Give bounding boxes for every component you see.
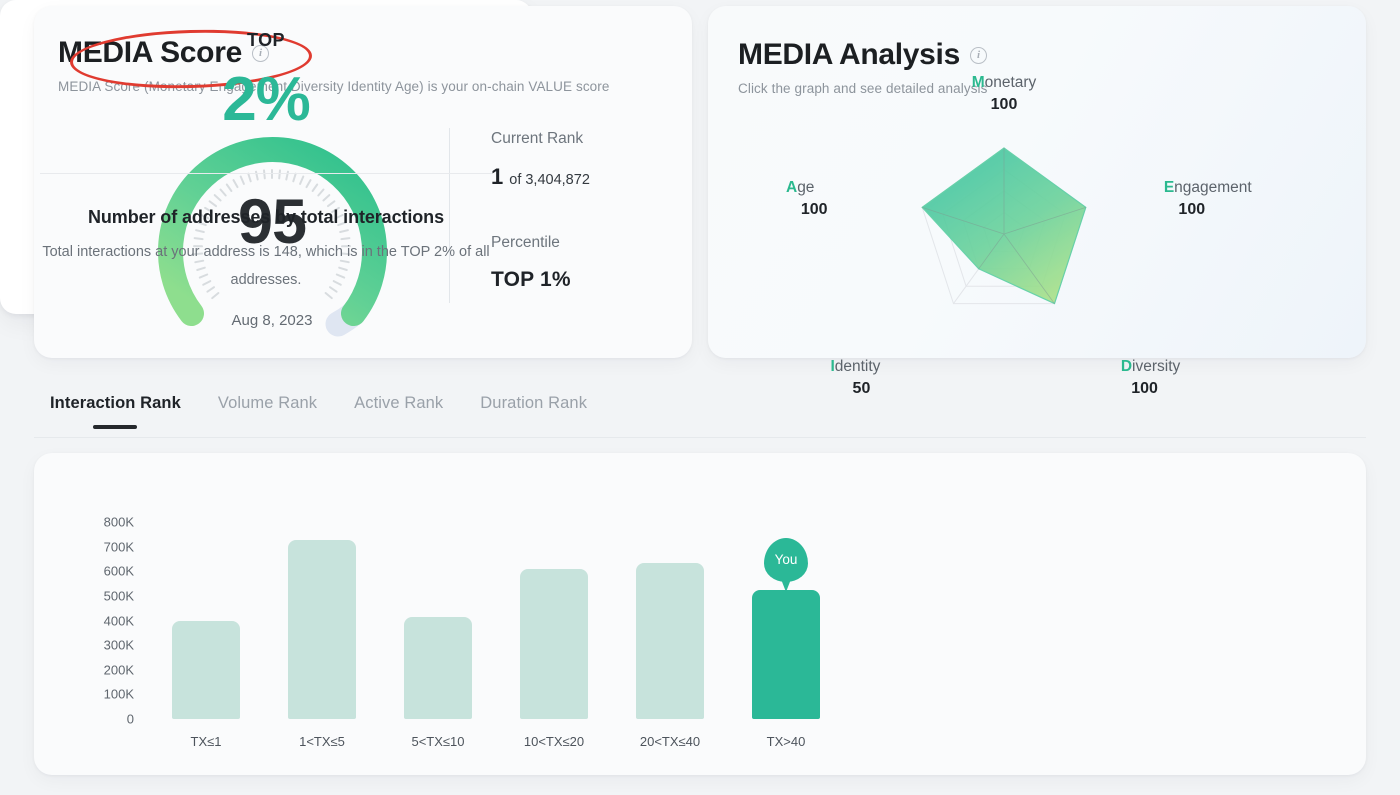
bar-highlighted[interactable]	[752, 589, 820, 719]
bar-category-label: TX≤1	[190, 734, 222, 749]
tabs-underline	[34, 437, 1366, 438]
radar-value-identity: 50	[852, 379, 871, 397]
bar-category-label: 1<TX≤5	[299, 734, 345, 749]
bar[interactable]	[288, 540, 356, 719]
bar[interactable]	[520, 568, 588, 719]
tab-active-rank[interactable]: Active Rank	[354, 394, 443, 429]
tab-interaction-rank[interactable]: Interaction Rank	[50, 394, 181, 429]
media-analysis-card: MEDIA Analysis i Click the graph and see…	[708, 6, 1366, 397]
y-axis-tick: 600K	[103, 563, 134, 579]
bar[interactable]	[172, 620, 240, 719]
radar-svg	[921, 147, 1087, 305]
radar-label-engagement: Engagement	[1163, 179, 1252, 197]
tab-label: Duration Rank	[480, 394, 588, 412]
media-analysis-title-row: MEDIA Analysis i	[738, 38, 988, 72]
top-panel-description: Total interactions at your address is 14…	[42, 244, 490, 289]
bar-category-label: 20<TX≤40	[639, 734, 701, 749]
radar-value-age: 100	[800, 201, 828, 219]
bar-category-label: 5<TX≤10	[411, 734, 465, 749]
dashboard-page: MEDIA Score i MEDIA Score (Monetary Enga…	[0, 0, 1400, 795]
tab-label: Active Rank	[354, 394, 444, 412]
media-analysis-title: MEDIA Analysis	[738, 38, 960, 71]
y-axis-tick: 300K	[103, 637, 134, 653]
y-axis-tick: 200K	[103, 662, 134, 678]
top-percent-value: 2%	[222, 65, 311, 134]
top-panel-divider	[40, 173, 492, 174]
bar-chart-y-axis: 800K 700K 600K 500K 400K 300K 200K 100K 0	[76, 453, 134, 775]
media-score-card: MEDIA Score i MEDIA Score (Monetary Enga…	[34, 6, 692, 358]
top-panel-heading: Number of addresses by total interaction…	[88, 207, 444, 227]
rank-tabs: Interaction Rank Volume Rank Active Rank Du…	[50, 394, 587, 429]
current-rank-row: 1 of 3,404,872	[491, 164, 590, 190]
interaction-bar-chart[interactable]: 800K 700K 600K 500K 400K 300K 200K 100K 0 TX≤1 1<…	[34, 453, 824, 775]
top-label: TOP	[247, 30, 285, 50]
media-score-gauge[interactable]: 95 Aug 8, 2023	[152, 128, 392, 343]
radar-value-engagement: 100	[1178, 201, 1206, 219]
y-axis-tick: 500K	[103, 588, 134, 604]
radar-value-diversity: 100	[1131, 379, 1158, 397]
radar-value-monetary: 100	[990, 96, 1018, 113]
y-axis-tick: 100K	[103, 686, 134, 702]
tab-duration-rank[interactable]: Duration Rank	[480, 394, 587, 429]
radar-label-identity: Identity	[830, 357, 881, 375]
you-marker-pin: You	[764, 537, 808, 592]
info-icon[interactable]: i	[969, 46, 987, 64]
tab-volume-rank[interactable]: Volume Rank	[218, 394, 317, 429]
percentile-value: TOP 1%	[491, 268, 571, 291]
radar-label-age: Age	[785, 179, 815, 197]
y-axis-tick: 800K	[103, 514, 134, 530]
bar-category-label: TX>40	[766, 734, 806, 749]
current-rank-total: of 3,404,872	[509, 172, 590, 188]
y-axis-tick: 700K	[103, 539, 134, 555]
radar-label-monetary: Monetary	[971, 74, 1037, 91]
bar[interactable]	[404, 616, 472, 719]
y-axis-tick: 400K	[103, 613, 134, 628]
pin-label: You	[774, 552, 798, 568]
tab-label: Volume Rank	[217, 394, 318, 412]
y-axis-tick: 0	[126, 711, 134, 727]
tab-label: Interaction Rank	[50, 394, 181, 412]
media-radar-chart[interactable]: Monetary 100 Engagement 100 Diversity 100 Iden…	[786, 74, 1252, 397]
current-rank-value: 1	[491, 164, 504, 189]
bar-category-label: 10<TX≤20	[523, 734, 585, 749]
percentile-label: Percentile	[491, 234, 560, 251]
bar[interactable]	[636, 562, 704, 719]
gauge-date: Aug 8, 2023	[231, 312, 313, 329]
radar-label-diversity: Diversity	[1120, 357, 1181, 375]
